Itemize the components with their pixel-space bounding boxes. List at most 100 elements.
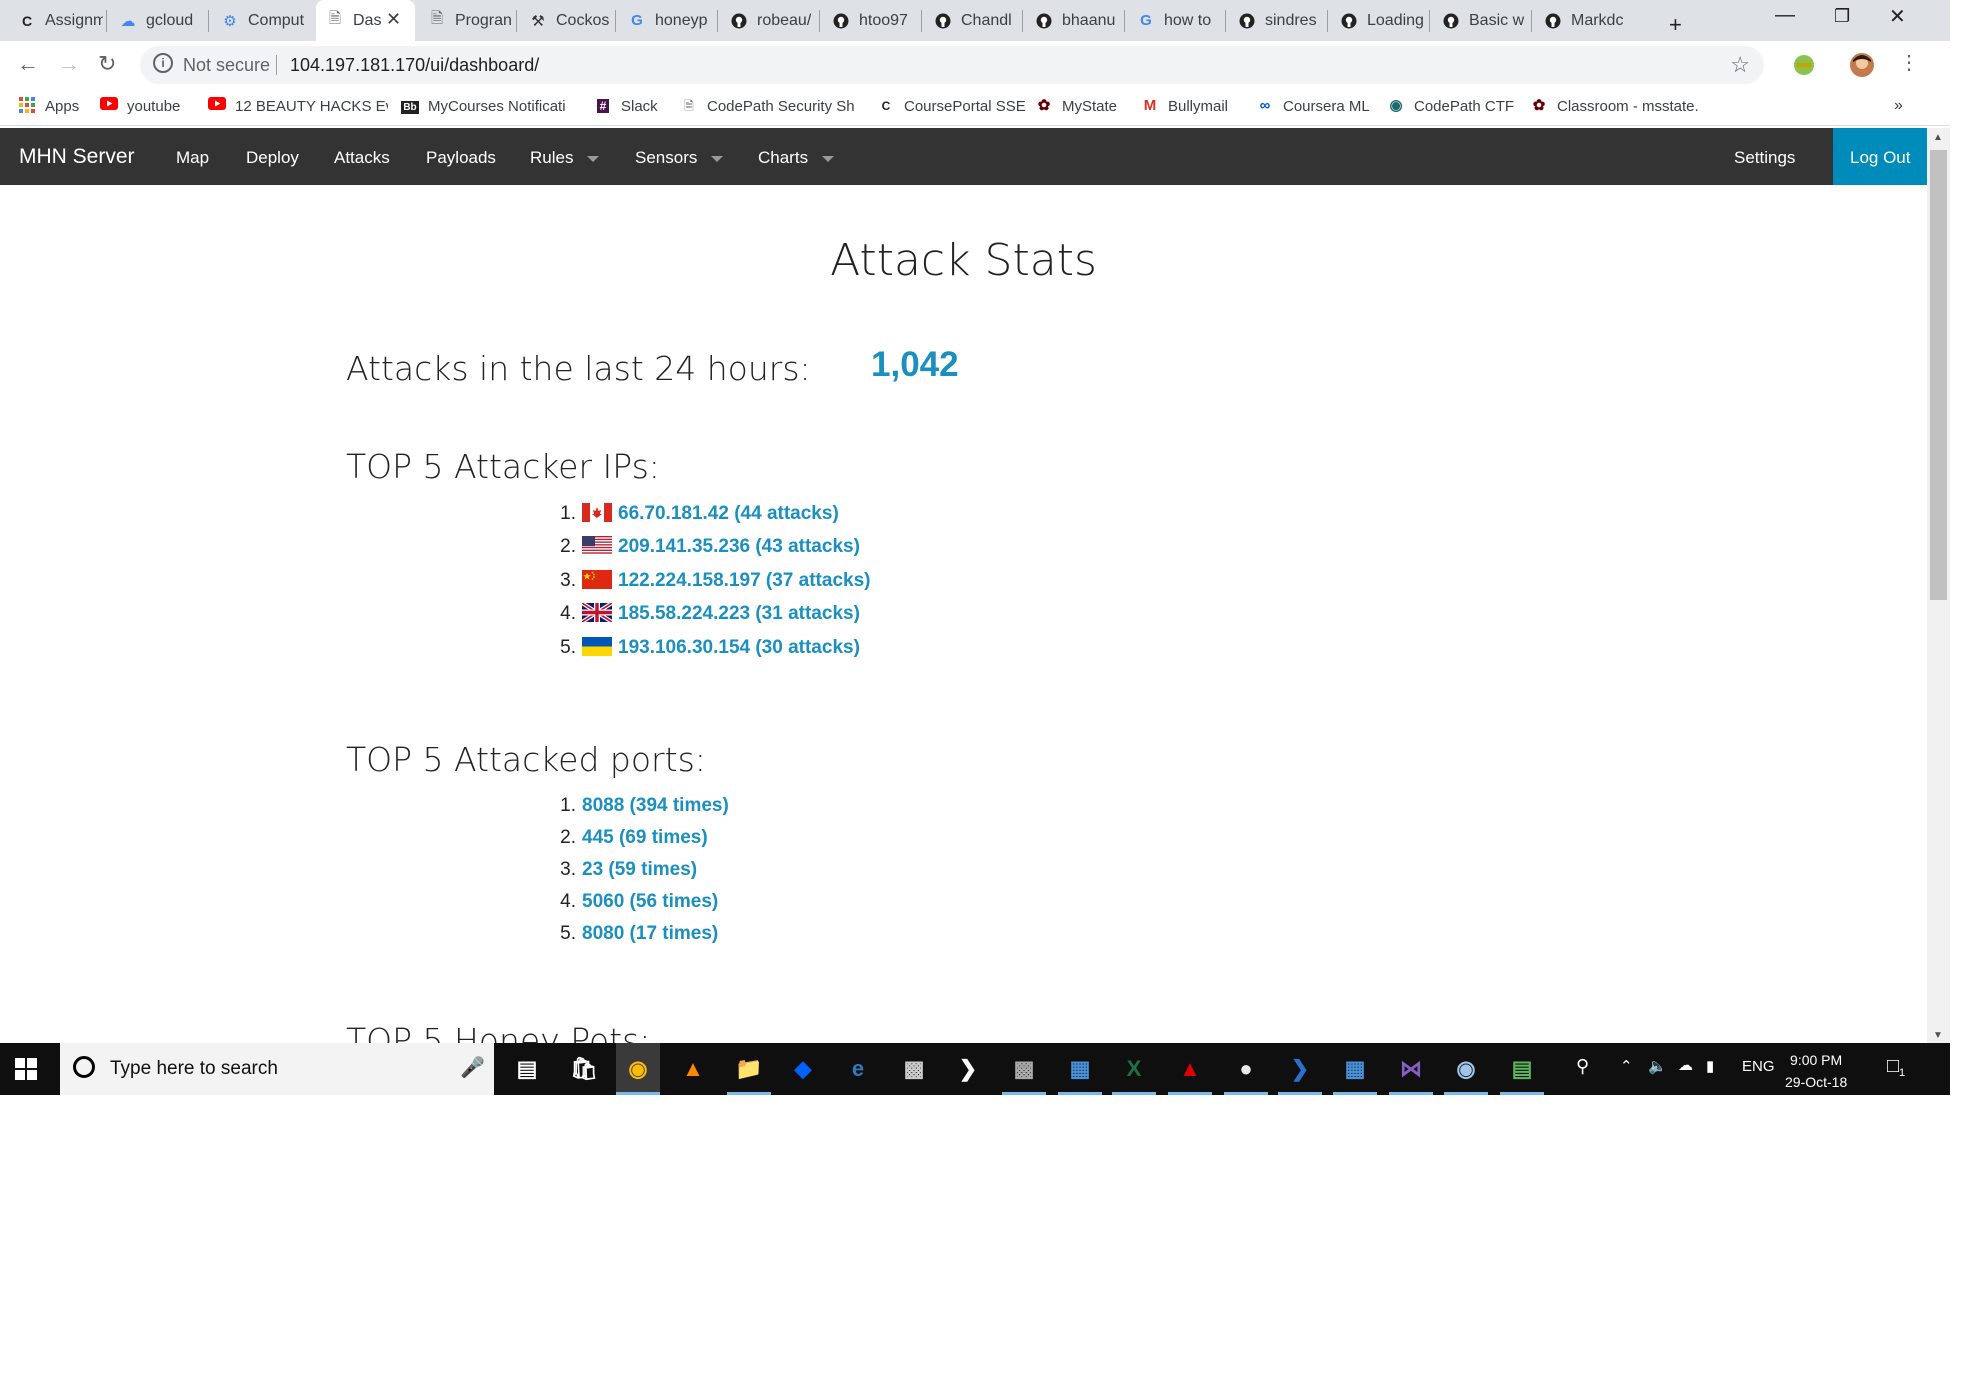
bookmark-item[interactable]: 🗎 CodePath Security Sh [680, 97, 854, 115]
back-arrow-icon[interactable]: ← [17, 51, 39, 77]
battery-icon[interactable]: ▮ [1706, 1057, 1714, 1075]
logout-button[interactable]: Log Out [1833, 128, 1927, 185]
scroll-down-arrow-icon[interactable]: ▼ [1933, 1030, 1943, 1041]
attacker-ip-link[interactable]: 185.58.224.223 (31 attacks) [618, 603, 860, 624]
taskbar-clock[interactable]: 9:00 PM 29-Oct-18 [1785, 1049, 1847, 1093]
reload-icon[interactable]: ↻ [98, 51, 116, 77]
cmd-icon[interactable]: ▩ [1002, 1053, 1046, 1095]
file-explorer-icon[interactable]: 📁 [727, 1053, 771, 1095]
paint-3d-icon[interactable]: ● [1224, 1053, 1268, 1095]
page-scrollbar[interactable]: ▲ ▼ [1927, 128, 1950, 1043]
nav-sensors[interactable]: Sensors [635, 148, 724, 168]
address-bar[interactable]: i Not secure 104.197.181.170/ui/dashboar… [140, 46, 1764, 84]
nav-deploy[interactable]: Deploy [246, 148, 299, 168]
bookmark-item[interactable]: 12 BEAUTY HACKS Ev [208, 97, 388, 115]
bookmark-item[interactable]: youtube [100, 97, 180, 115]
action-center-icon[interactable]: □ [1887, 1055, 1899, 1078]
attacked-port-link[interactable]: 5060 (56 times) [582, 891, 718, 912]
bookmark-item[interactable]: Bb MyCourses Notificati [401, 97, 566, 115]
browser-tab[interactable]: ☁ gcloud [109, 0, 205, 41]
people-icon[interactable]: ⚲ [1576, 1056, 1589, 1077]
profile-avatar-icon[interactable] [1849, 52, 1875, 78]
new-tab-button[interactable]: + [1669, 12, 1682, 38]
chrome-icon[interactable]: ◉ [616, 1043, 660, 1095]
task-view-icon[interactable]: ▤ [511, 1053, 543, 1085]
browser-tab[interactable]: C Assignm [8, 0, 103, 41]
browser-tab[interactable]: ⚙ Comput [211, 0, 310, 41]
scroll-up-arrow-icon[interactable]: ▲ [1933, 132, 1943, 143]
browser-tab[interactable]: 🗎 Das ✕ [316, 0, 415, 41]
browser-tab[interactable]: htoo97 [822, 0, 918, 41]
attacked-port-link[interactable]: 8088 (394 times) [582, 795, 729, 816]
microphone-icon[interactable]: 🎤 [460, 1055, 485, 1080]
bookmark-item[interactable]: ✿ MyState [1035, 97, 1117, 115]
browser-tab[interactable]: Basic w [1432, 0, 1528, 41]
nav-attacks[interactable]: Attacks [334, 148, 390, 168]
bookmark-item[interactable]: C CoursePortal SSE [877, 97, 1026, 115]
browser-tab[interactable]: 🗎 Progran [418, 0, 513, 41]
language-indicator[interactable]: ENG [1742, 1058, 1775, 1075]
excel-icon[interactable]: X [1112, 1053, 1156, 1095]
browser-tab[interactable]: Ghoneyp [618, 0, 714, 41]
attacked-port-link[interactable]: 445 (69 times) [582, 827, 708, 848]
flag-ukraine-icon [582, 637, 618, 658]
bookmark-item[interactable]: ◉ CodePath CTF [1387, 97, 1514, 115]
edge-icon[interactable]: e [842, 1053, 874, 1085]
network-2-icon[interactable]: ▦ [1333, 1053, 1377, 1095]
paw-icon: ✿ [1037, 97, 1051, 114]
task-manager-icon[interactable]: ▤ [1500, 1053, 1544, 1095]
maximize-button[interactable]: ❐ [1834, 6, 1850, 27]
taskbar-search[interactable]: Type here to search 🎤 [60, 1043, 494, 1095]
nav-payloads[interactable]: Payloads [426, 148, 496, 168]
browser-tab[interactable]: Chandl [924, 0, 1019, 41]
browser-tab[interactable]: bhaanu [1025, 0, 1121, 41]
show-hidden-icons-icon[interactable]: ⌃ [1620, 1057, 1633, 1075]
browser-tab[interactable]: Ghow to [1127, 0, 1222, 41]
nav-rules[interactable]: Rules [530, 148, 600, 168]
attacker-ip-link[interactable]: 122.224.158.197 (37 attacks) [618, 570, 870, 591]
attacker-ip-link[interactable]: 209.141.35.236 (43 attacks) [618, 536, 860, 557]
info-icon[interactable]: i [153, 53, 173, 73]
attacked-port-link[interactable]: 8080 (17 times) [582, 923, 718, 944]
acrobat-icon[interactable]: ▲ [1168, 1053, 1212, 1095]
close-tab-icon[interactable]: ✕ [386, 9, 401, 30]
onedrive-icon[interactable]: ☁ [1678, 1056, 1693, 1074]
bookmark-item[interactable]: ∞ Coursera ML [1256, 97, 1370, 115]
forward-arrow-icon[interactable]: → [58, 51, 80, 77]
attacker-ip-link[interactable]: 193.106.30.154 (30 attacks) [618, 637, 860, 658]
terminal-prompt-icon[interactable]: ❯ [952, 1053, 984, 1085]
attacked-port-link[interactable]: 23 (59 times) [582, 859, 697, 880]
close-window-button[interactable]: ✕ [1889, 4, 1906, 29]
network-icon[interactable]: ▦ [1058, 1053, 1102, 1095]
bookmark-star-icon[interactable]: ☆ [1730, 52, 1750, 78]
attacker-ip-link[interactable]: 66.70.181.42 (44 attacks) [618, 503, 839, 524]
browser-tab[interactable]: sindres [1228, 0, 1324, 41]
browser-tab[interactable]: Markdc [1534, 0, 1630, 41]
url-text[interactable]: 104.197.181.170/ui/dashboard/ [290, 55, 539, 76]
powershell-icon[interactable]: ❯ [1278, 1053, 1322, 1095]
kebab-menu-icon[interactable]: ⋮ [1899, 50, 1919, 75]
browser-tab[interactable]: Loading [1330, 0, 1426, 41]
vlc-icon[interactable]: ▲ [677, 1053, 709, 1085]
nav-settings[interactable]: Settings [1734, 148, 1795, 168]
visual-studio-icon[interactable]: ⋈ [1389, 1053, 1433, 1095]
browser-tab[interactable]: robeau/ [720, 0, 816, 41]
extension-icon[interactable] [1793, 54, 1815, 76]
bookmark-item[interactable]: M Bullymail [1141, 97, 1228, 115]
bookmark-item[interactable]: # Slack [594, 97, 658, 115]
windows-start-icon[interactable] [15, 1058, 37, 1080]
scrollbar-thumb[interactable] [1930, 150, 1947, 600]
nav-map[interactable]: Map [176, 148, 209, 168]
bookmark-item[interactable]: Apps [18, 97, 79, 115]
brand[interactable]: MHN Server [19, 145, 135, 169]
minimize-button[interactable]: — [1775, 4, 1795, 27]
more-bookmarks-button[interactable]: » [1894, 97, 1903, 115]
nav-charts[interactable]: Charts [758, 148, 835, 168]
paint-icon[interactable]: ◉ [1444, 1053, 1488, 1095]
bookmark-item[interactable]: ✿ Classroom - msstate. [1530, 97, 1699, 115]
store-icon[interactable]: 🛍 [568, 1053, 600, 1085]
dropbox-icon[interactable]: ◆ [787, 1053, 819, 1085]
volume-icon[interactable]: 🔈 [1648, 1057, 1667, 1075]
remote-desktop-icon[interactable]: ▩ [898, 1053, 930, 1085]
browser-tab[interactable]: ⚒ Cockos [519, 0, 614, 41]
